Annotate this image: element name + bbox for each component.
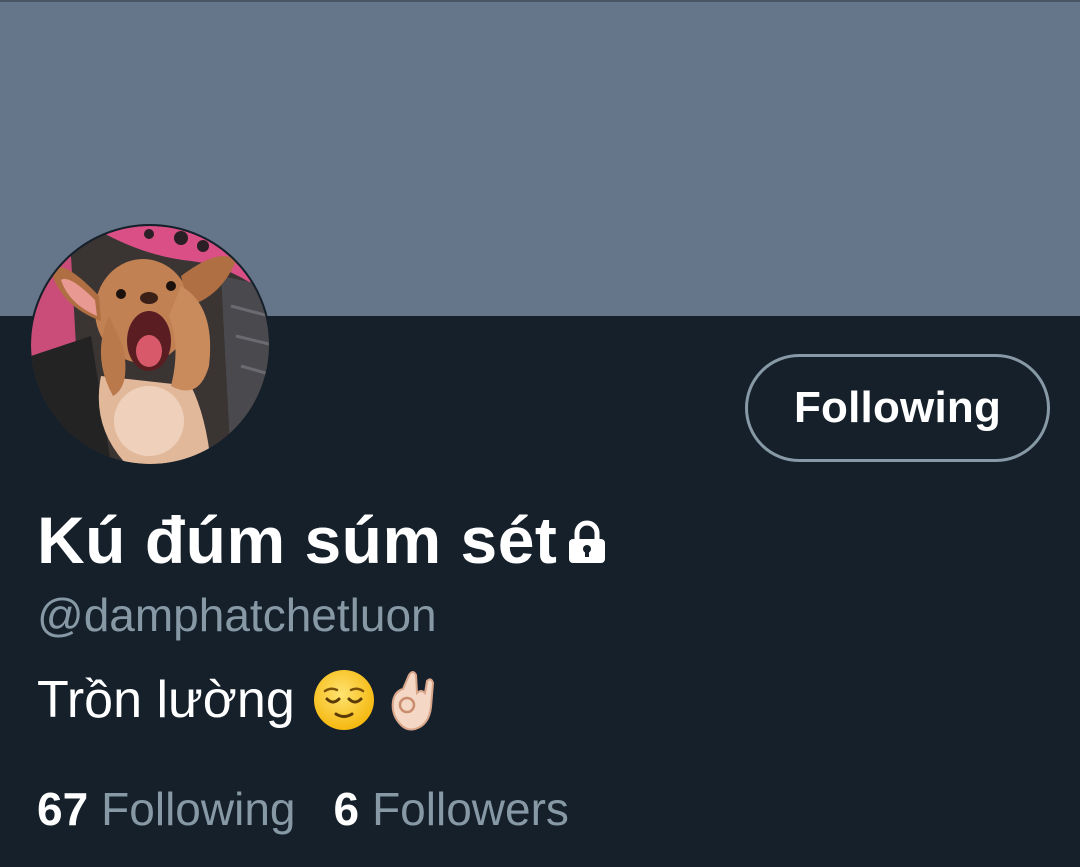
followers-count: 6 bbox=[333, 783, 360, 835]
name-row: Kú đúm súm sét bbox=[37, 500, 611, 580]
user-handle: @damphatchetluon bbox=[37, 589, 437, 641]
following-count: 67 bbox=[37, 783, 89, 835]
ok-hand-emoji bbox=[387, 667, 437, 733]
following-label: Following bbox=[101, 783, 296, 835]
profile-page: Following Kú đúm súm sét @damphatchetluo… bbox=[0, 0, 1080, 867]
bio-text: Trồn lường bbox=[37, 671, 295, 729]
avatar[interactable] bbox=[29, 224, 271, 466]
avatar-image bbox=[31, 226, 269, 464]
relieved-face-emoji bbox=[313, 669, 375, 731]
profile-stats: 67 Following 6 Followers bbox=[37, 782, 607, 836]
following-stat[interactable]: 67 Following bbox=[37, 782, 295, 836]
display-name: Kú đúm súm sét bbox=[37, 503, 558, 577]
followers-stat[interactable]: 6 Followers bbox=[333, 782, 568, 836]
bio: Trồn lường bbox=[37, 667, 437, 733]
following-button[interactable]: Following bbox=[745, 354, 1050, 462]
lock-icon bbox=[563, 519, 611, 572]
followers-label: Followers bbox=[372, 783, 569, 835]
